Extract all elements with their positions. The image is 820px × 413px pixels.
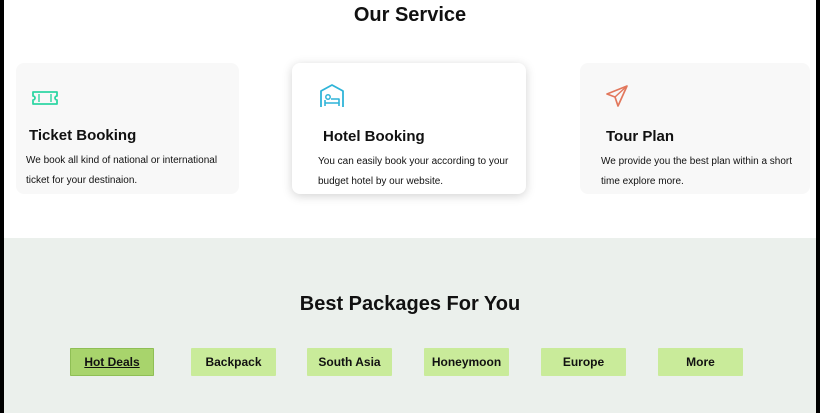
- packages-title: Best Packages For You: [299, 293, 521, 315]
- ticket-icon: [31, 90, 59, 111]
- service-card-desc-line1: We book all kind of national or internat…: [26, 155, 218, 166]
- tab-south-asia[interactable]: South Asia: [307, 348, 392, 376]
- services-title: Our Service: [353, 4, 467, 26]
- page-frame: Our Service Ticket Booking We book all k…: [0, 0, 820, 413]
- tab-europe[interactable]: Europe: [541, 348, 626, 376]
- service-card-desc-line1: We provide you the best plan within a sh…: [601, 156, 793, 167]
- service-card-desc-line2: time explore more.: [601, 176, 684, 187]
- service-card-tour-plan[interactable]: Tour Plan We provide you the best plan w…: [580, 63, 810, 194]
- tab-more[interactable]: More: [658, 348, 743, 376]
- paper-plane-icon: [604, 83, 630, 114]
- service-card-title: Tour Plan: [606, 128, 675, 145]
- service-card-title: Ticket Booking: [29, 127, 137, 144]
- service-card-ticket-booking[interactable]: Ticket Booking We book all kind of natio…: [16, 63, 239, 194]
- service-card-desc-line2: ticket for your destinaion.: [26, 175, 138, 186]
- hotel-bed-icon: [319, 83, 345, 114]
- tab-backpack[interactable]: Backpack: [191, 348, 276, 376]
- packages-section: Best Packages For You Hot Deals Backpack…: [4, 238, 816, 413]
- service-card-title: Hotel Booking: [323, 128, 425, 145]
- tab-hot-deals[interactable]: Hot Deals: [70, 348, 154, 376]
- service-card-desc-line2: budget hotel by our website.: [318, 176, 444, 187]
- service-card-hotel-booking[interactable]: Hotel Booking You can easily book your a…: [292, 63, 526, 194]
- service-card-desc-line1: You can easily book your according to yo…: [318, 156, 509, 167]
- tab-honeymoon[interactable]: Honeymoon: [424, 348, 509, 376]
